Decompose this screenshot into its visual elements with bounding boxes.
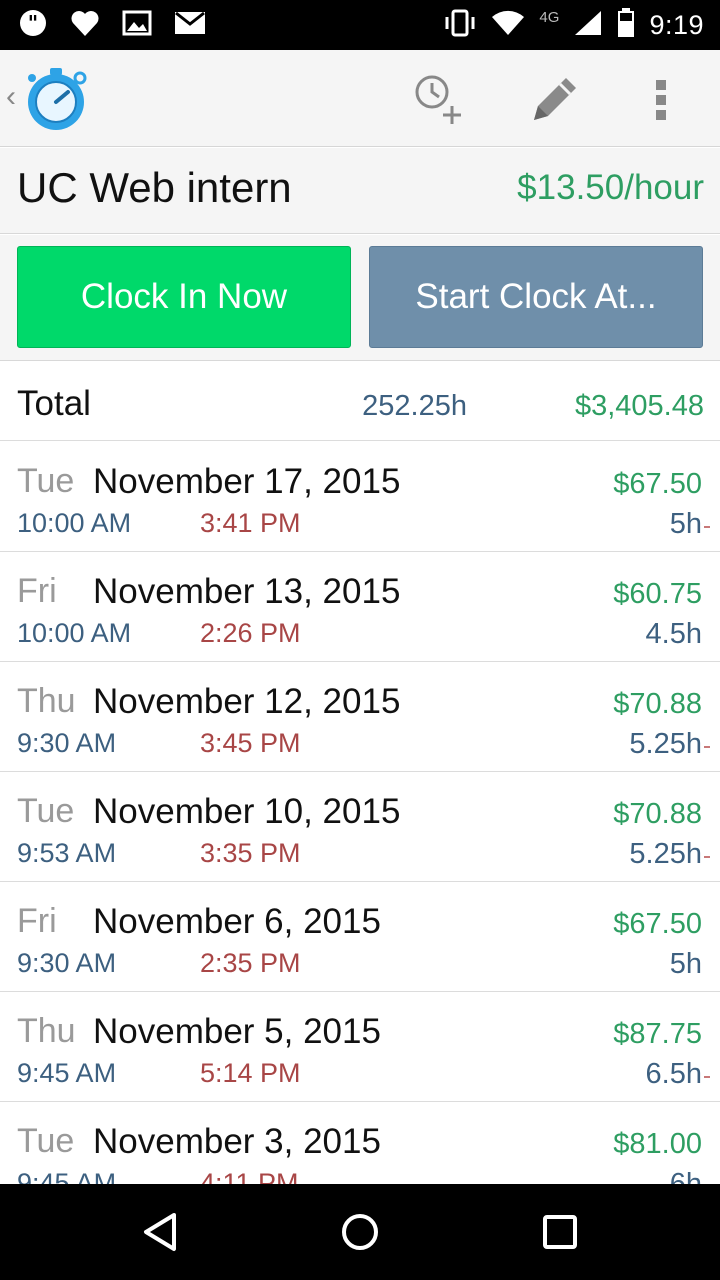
shift-hours: 5.25h (629, 838, 702, 870)
shift-day: Tue (17, 462, 75, 500)
wifi-icon (491, 9, 525, 42)
shift-pay: $87.75 (613, 1018, 702, 1050)
job-header: UC Web intern $13.50/hour (0, 148, 720, 234)
edit-pencil-icon[interactable] (524, 70, 582, 133)
shift-day: Thu (17, 1012, 76, 1050)
shift-pay: $60.75 (613, 578, 702, 610)
network-type-label: 4G (539, 8, 560, 26)
shift-clock-out: 4:11 PM (200, 1168, 299, 1184)
shift-clock-in: 9:30 AM (17, 728, 117, 758)
shift-day: Fri (17, 572, 57, 610)
back-chevron-icon[interactable]: ‹ (6, 80, 16, 114)
clock-in-now-button[interactable]: Clock In Now (17, 246, 351, 348)
shift-clock-out: 3:35 PM (200, 838, 301, 868)
hourly-rate: $13.50/hour (517, 168, 704, 207)
shift-date: November 3, 2015 (93, 1122, 381, 1161)
shift-date: November 12, 2015 (93, 682, 401, 721)
shift-clock-out: 3:41 PM (200, 508, 301, 538)
shift-pay: $81.00 (613, 1128, 702, 1160)
shift-hours: 5.25h (629, 728, 702, 760)
shift-row[interactable]: Tue November 10, 2015 9:53 AM 3:35 PM $7… (0, 772, 720, 882)
shift-marker (704, 526, 710, 528)
system-icons: 4G 9:19 (443, 7, 704, 43)
shift-clock-in: 9:30 AM (17, 948, 117, 978)
start-clock-at-button[interactable]: Start Clock At... (369, 246, 703, 348)
shift-marker (704, 1076, 710, 1078)
shift-list[interactable]: Tue November 17, 2015 10:00 AM 3:41 PM $… (0, 442, 720, 1184)
shift-day: Fri (17, 902, 57, 940)
shift-marker (704, 856, 710, 858)
total-hours: 252.25h (362, 390, 467, 422)
heart-icon (70, 9, 100, 42)
shift-pay: $70.88 (613, 688, 702, 720)
shift-row[interactable]: Thu November 5, 2015 9:45 AM 5:14 PM $87… (0, 992, 720, 1102)
shift-clock-in: 9:45 AM (17, 1168, 117, 1184)
shift-clock-in: 9:45 AM (17, 1058, 117, 1088)
shift-pay: $67.50 (613, 468, 702, 500)
shift-row[interactable]: Fri November 13, 2015 10:00 AM 2:26 PM $… (0, 552, 720, 662)
job-title: UC Web intern (17, 164, 292, 211)
add-clock-icon[interactable] (412, 70, 468, 133)
clock-button-row: Clock In Now Start Clock At... (0, 235, 720, 361)
shift-row[interactable]: Tue November 17, 2015 10:00 AM 3:41 PM $… (0, 442, 720, 552)
shift-hours: 6h (669, 1168, 702, 1184)
shift-clock-in: 9:53 AM (17, 838, 117, 868)
total-amount: $3,405.48 (574, 390, 704, 422)
notification-icons: " (18, 8, 206, 42)
status-bar: " 4G 9:19 (0, 0, 720, 50)
total-row: Total 252.25h $3,405.48 (0, 362, 720, 441)
shift-clock-in: 10:00 AM (17, 618, 132, 648)
shift-clock-out: 5:14 PM (200, 1058, 301, 1088)
shift-hours: 6.5h (645, 1058, 702, 1090)
shift-clock-out: 2:35 PM (200, 948, 301, 978)
vibrate-icon (443, 9, 477, 42)
battery-icon (617, 7, 635, 43)
image-icon (122, 9, 152, 42)
svg-text:": " (28, 11, 38, 35)
app-logo-stopwatch-icon[interactable] (22, 64, 92, 139)
shift-row[interactable]: Tue November 3, 2015 9:45 AM 4:11 PM $81… (0, 1102, 720, 1184)
shift-day: Tue (17, 1122, 75, 1160)
shift-hours: 5h (669, 508, 702, 540)
recents-square-icon[interactable] (536, 1208, 584, 1256)
quote-icon: " (18, 8, 48, 43)
total-label: Total (17, 384, 91, 423)
navigation-bar (0, 1184, 720, 1280)
shift-date: November 6, 2015 (93, 902, 381, 941)
back-triangle-icon[interactable] (136, 1208, 184, 1256)
shift-marker (704, 746, 710, 748)
shift-row[interactable]: Fri November 6, 2015 9:30 AM 2:35 PM $67… (0, 882, 720, 992)
shift-pay: $67.50 (613, 908, 702, 940)
shift-clock-out: 2:26 PM (200, 618, 301, 648)
home-circle-icon[interactable] (336, 1208, 384, 1256)
shift-clock-out: 3:45 PM (200, 728, 301, 758)
shift-clock-in: 10:00 AM (17, 508, 132, 538)
clock-time: 9:19 (649, 9, 704, 40)
signal-icon (573, 9, 603, 42)
action-bar: ‹ (0, 50, 720, 147)
shift-hours: 5h (669, 948, 702, 980)
shift-date: November 10, 2015 (93, 792, 401, 831)
shift-hours: 4.5h (645, 618, 702, 650)
mail-icon (174, 10, 206, 41)
overflow-menu-icon[interactable] (654, 80, 670, 125)
shift-day: Thu (17, 682, 76, 720)
shift-day: Tue (17, 792, 75, 830)
shift-date: November 5, 2015 (93, 1012, 381, 1051)
shift-pay: $70.88 (613, 798, 702, 830)
shift-date: November 17, 2015 (93, 462, 401, 501)
shift-date: November 13, 2015 (93, 572, 401, 611)
shift-row[interactable]: Thu November 12, 2015 9:30 AM 3:45 PM $7… (0, 662, 720, 772)
